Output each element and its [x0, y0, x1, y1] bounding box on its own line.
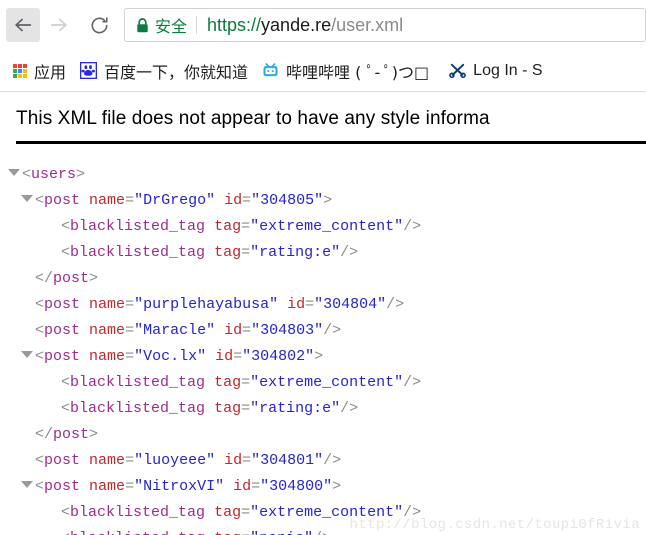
- xml-line-text: <post name="DrGrego" id="304805">: [35, 192, 333, 209]
- security-indicator[interactable]: 安全: [125, 13, 196, 37]
- url-text[interactable]: https://yande.re/user.xml: [197, 9, 404, 41]
- bookmark-label-login: Log In - S: [473, 61, 543, 79]
- arrow-left-icon: [15, 18, 32, 32]
- reload-button[interactable]: [82, 8, 116, 42]
- bookmark-label-baidu: 百度一下，你就知道: [104, 62, 249, 82]
- bookmark-apps[interactable]: 应用: [6, 57, 73, 85]
- url-host: yande.re: [261, 15, 332, 35]
- page-content: This XML file does not appear to have an…: [0, 92, 646, 535]
- url-path: /user.xml: [331, 15, 404, 35]
- xml-line-text: <blacklisted_tag tag="penis"/>: [61, 530, 331, 535]
- warning-divider: [16, 141, 646, 144]
- bookmark-label-apps: 应用: [34, 62, 67, 82]
- xml-line: <post name="DrGrego" id="304805">: [8, 188, 646, 214]
- xml-line: <users>: [8, 162, 646, 188]
- xml-line-text: <users>: [22, 166, 86, 183]
- xml-line: <blacklisted_tag tag="extreme_content"/>: [8, 214, 646, 240]
- xml-line: </post>: [8, 266, 646, 292]
- bookmark-baidu[interactable]: 百度一下，你就知道: [73, 57, 255, 85]
- xml-line: <post name="purplehayabusa" id="304804"/…: [8, 292, 646, 318]
- baidu-paw-icon: [80, 62, 98, 79]
- watermark: http://blog.csdn.net/toupi0fRivia: [349, 517, 640, 533]
- browser-toolbar: 安全 https://yande.re/user.xml: [0, 0, 646, 50]
- xml-style-warning: This XML file does not appear to have an…: [16, 108, 490, 129]
- bookmark-label-bilibili: 哔哩哔哩 ( ﾟ- ﾟ)つ□: [286, 62, 430, 82]
- back-button[interactable]: [6, 8, 40, 42]
- xml-line-text: </post>: [35, 426, 99, 443]
- xml-line-text: <blacklisted_tag tag="rating:e"/>: [61, 400, 359, 417]
- address-bar[interactable]: 安全 https://yande.re/user.xml: [124, 8, 646, 42]
- browser-chrome: 安全 https://yande.re/user.xml 应用 百度一下，你就知…: [0, 0, 646, 92]
- xml-line-text: <post name="NitroxVI" id="304800">: [35, 478, 342, 495]
- forward-button[interactable]: [42, 8, 76, 42]
- xml-line: <post name="NitroxVI" id="304800">: [8, 474, 646, 500]
- xml-line-text: </post>: [35, 270, 99, 287]
- xml-line-text: <blacklisted_tag tag="extreme_content"/>: [61, 374, 422, 391]
- xml-line: <post name="Maracle" id="304803"/>: [8, 318, 646, 344]
- collapse-triangle-icon[interactable]: [8, 169, 20, 176]
- scissors-x-icon: [449, 63, 467, 79]
- collapse-triangle-icon[interactable]: [21, 481, 33, 488]
- xml-line: <post name="Voc.lx" id="304802">: [8, 344, 646, 370]
- xml-line-text: <post name="luoyeee" id="304801"/>: [35, 452, 342, 469]
- xml-line-text: <blacklisted_tag tag="extreme_content"/>: [61, 218, 422, 235]
- xml-line: <blacklisted_tag tag="rating:e"/>: [8, 240, 646, 266]
- xml-line-text: <post name="Maracle" id="304803"/>: [35, 322, 342, 339]
- bookmark-bilibili[interactable]: 哔哩哔哩 ( ﾟ- ﾟ)つ□: [255, 57, 436, 85]
- xml-line: <blacklisted_tag tag="extreme_content"/>: [8, 370, 646, 396]
- xml-line: <post name="luoyeee" id="304801"/>: [8, 448, 646, 474]
- bilibili-tv-icon: [263, 63, 278, 77]
- apps-grid-icon: [13, 63, 27, 78]
- bookmark-login[interactable]: Log In - S: [442, 57, 549, 85]
- xml-line: </post>: [8, 422, 646, 448]
- reload-icon: [91, 16, 108, 33]
- security-label: 安全: [155, 17, 188, 36]
- xml-tree: <users> <post name="DrGrego" id="304805">…: [0, 162, 646, 535]
- xml-line: <blacklisted_tag tag="rating:e"/>: [8, 396, 646, 422]
- xml-line-text: <post name="purplehayabusa" id="304804"/…: [35, 296, 405, 313]
- xml-line-text: <post name="Voc.lx" id="304802">: [35, 348, 324, 365]
- collapse-triangle-icon[interactable]: [21, 351, 33, 358]
- arrow-right-icon: [50, 18, 67, 32]
- collapse-triangle-icon[interactable]: [21, 195, 33, 202]
- xml-line-text: <blacklisted_tag tag="rating:e"/>: [61, 244, 359, 261]
- bookmarks-bar: 应用 百度一下，你就知道 哔哩哔哩 ( ﾟ- ﾟ)つ□ Log In - S: [0, 50, 646, 92]
- url-scheme: https://: [207, 15, 262, 35]
- lock-icon: [137, 17, 148, 32]
